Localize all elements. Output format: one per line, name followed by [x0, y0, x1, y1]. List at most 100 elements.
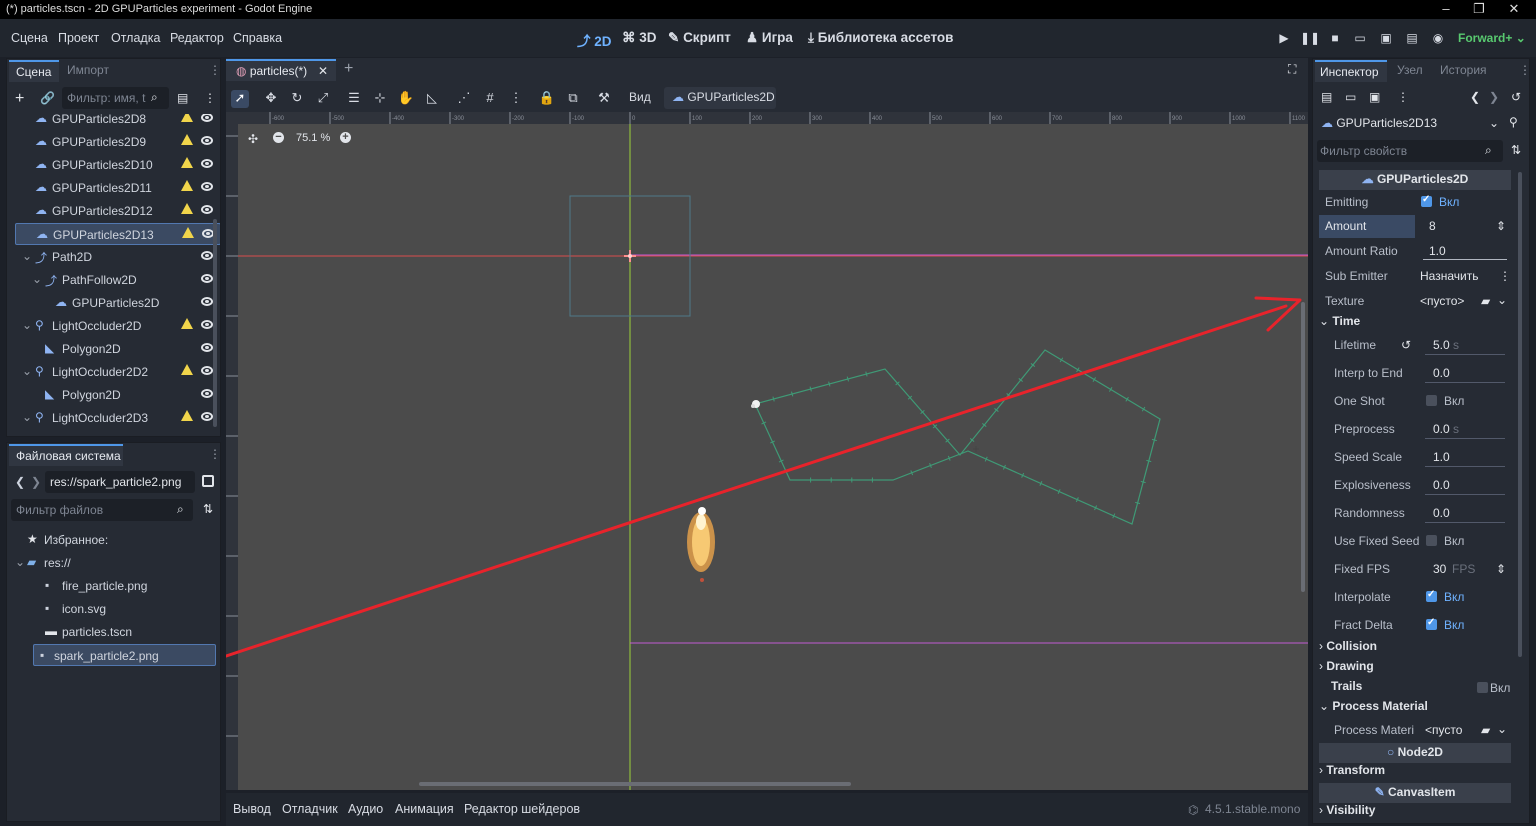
- oneshot-checkbox[interactable]: [1426, 395, 1437, 406]
- visibility-eye-icon[interactable]: [201, 114, 213, 122]
- texture-value[interactable]: <пусто>: [1420, 294, 1464, 308]
- renderer-selector[interactable]: Forward+ ⌄: [1458, 31, 1526, 45]
- folder-icon[interactable]: ▰: [1481, 723, 1490, 737]
- menu-project[interactable]: Проект: [58, 31, 99, 45]
- value-slider[interactable]: [1425, 438, 1505, 439]
- resource-menu-icon[interactable]: ⋮: [1397, 90, 1409, 104]
- visibility-eye-icon[interactable]: [201, 251, 213, 260]
- menu-debug[interactable]: Отладка: [111, 31, 160, 45]
- value-slider[interactable]: [1425, 354, 1505, 355]
- tab-debugger[interactable]: Отладчик: [282, 802, 338, 816]
- minimize-icon[interactable]: –: [1436, 1, 1456, 16]
- close-window-icon[interactable]: ✕: [1504, 1, 1524, 17]
- inspector-options-icon[interactable]: ⇅: [1511, 143, 1521, 157]
- view-menu[interactable]: Вид: [629, 90, 651, 104]
- value-slider[interactable]: [1425, 522, 1505, 523]
- tab-import[interactable]: Импорт: [67, 63, 109, 77]
- selectable-nodes-icon[interactable]: ☰: [345, 90, 363, 108]
- skeleton-icon[interactable]: ⚒: [595, 90, 613, 108]
- menu-editor[interactable]: Редактор: [170, 31, 224, 45]
- add-tab-icon[interactable]: +: [344, 60, 353, 78]
- warning-icon[interactable]: [181, 318, 193, 329]
- inspector-scrollbar[interactable]: [1518, 172, 1522, 657]
- smart-snap-icon[interactable]: ⋰: [455, 90, 473, 108]
- play-scene-icon[interactable]: ▣: [1377, 31, 1395, 47]
- warning-icon[interactable]: [181, 134, 193, 145]
- section-trails[interactable]: Trails Вкл: [1319, 679, 1513, 699]
- play-icon[interactable]: ▶: [1275, 31, 1293, 47]
- fract-checkbox[interactable]: [1426, 617, 1437, 630]
- dock-menu-icon[interactable]: ⋮: [209, 63, 221, 77]
- mode-script-button[interactable]: ✎ Скрипт: [668, 30, 731, 46]
- play-custom-scene-icon[interactable]: ▤: [1403, 31, 1421, 47]
- warning-icon[interactable]: [181, 114, 193, 122]
- scene-tree-item[interactable]: ⌄ ⤴ Path2D: [15, 246, 220, 268]
- movie-maker-icon[interactable]: ◉: [1429, 31, 1447, 47]
- scene-tree-item[interactable]: ☁ GPUParticles2D8: [15, 114, 220, 130]
- select-tool-icon[interactable]: ➚: [231, 90, 249, 108]
- section-visibility[interactable]: › Visibility: [1319, 803, 1513, 823]
- chevron-down-icon[interactable]: ⌄: [22, 410, 32, 424]
- scene-menu-icon[interactable]: ⋮: [204, 91, 216, 105]
- visibility-eye-icon[interactable]: [201, 159, 213, 168]
- visibility-eye-icon[interactable]: [201, 205, 213, 214]
- grid-snap-icon[interactable]: #: [481, 90, 499, 108]
- interp-value[interactable]: 0.0: [1433, 366, 1450, 380]
- scene-tree-item[interactable]: ⌄ ⚲ LightOccluder2D: [15, 315, 220, 337]
- explosiveness-value[interactable]: 0.0: [1433, 478, 1450, 492]
- tab-node[interactable]: Узел: [1397, 63, 1423, 77]
- mode-game-button[interactable]: ♟ Игра: [746, 30, 793, 46]
- amount-ratio-slider[interactable]: [1423, 259, 1507, 260]
- object-history-icon[interactable]: ↺: [1511, 90, 1521, 104]
- ruler-tool-icon[interactable]: ◺: [423, 90, 441, 108]
- fixed-seed-checkbox[interactable]: [1426, 535, 1437, 546]
- scene-tree-item[interactable]: ☁ GPUParticles2D13: [15, 223, 220, 245]
- chevron-down-icon[interactable]: ⌄: [1497, 722, 1507, 736]
- close-tab-icon[interactable]: ✕: [318, 64, 328, 78]
- value-slider[interactable]: [1425, 494, 1505, 495]
- tab-inspector[interactable]: Инспектор: [1315, 60, 1387, 82]
- menu-scene[interactable]: Сцена: [11, 31, 48, 45]
- amount-ratio-value[interactable]: 1.0: [1429, 244, 1446, 258]
- file-tree-item[interactable]: ▬ particles.tscn: [15, 621, 221, 643]
- rotate-tool-icon[interactable]: ↻: [288, 90, 306, 108]
- warning-icon[interactable]: [182, 227, 194, 238]
- property-filter-input[interactable]: Фильтр свойств: [1317, 140, 1503, 162]
- chevron-down-icon[interactable]: ⌄: [32, 272, 42, 286]
- gpuparticles-menu[interactable]: ☁ GPUParticles2D: [664, 87, 776, 109]
- folder-icon[interactable]: ▰: [1481, 294, 1490, 308]
- scene-tree-item[interactable]: ◣ Polygon2D: [15, 338, 220, 360]
- move-tool-icon[interactable]: ✥: [262, 90, 280, 108]
- scene-tree-scrollbar[interactable]: [213, 219, 217, 427]
- file-tree-item[interactable]: ▪ spark_particle2.png: [33, 644, 216, 666]
- node-docs-icon[interactable]: ⚲: [1509, 115, 1518, 129]
- emitting-checkbox[interactable]: [1421, 194, 1432, 207]
- history-forward-icon[interactable]: ❯: [1489, 90, 1499, 104]
- save-resource-icon[interactable]: ▣: [1369, 90, 1380, 104]
- chevron-down-icon[interactable]: ⌄: [15, 555, 25, 569]
- visibility-eye-icon[interactable]: [201, 343, 213, 352]
- tab-output[interactable]: Вывод: [233, 802, 271, 816]
- chevron-down-icon[interactable]: ⌄: [1497, 293, 1507, 307]
- tab-audio[interactable]: Аудио: [348, 802, 383, 816]
- interpolate-checkbox[interactable]: [1426, 589, 1437, 602]
- warning-icon[interactable]: [181, 410, 193, 421]
- file-tree-item[interactable]: ⌄ ▰ res://: [15, 552, 221, 574]
- dock-menu-icon[interactable]: ⋮: [209, 447, 221, 461]
- zoom-level[interactable]: 75.1 %: [296, 132, 330, 144]
- snap-options-icon[interactable]: ⋮: [507, 90, 525, 108]
- scene-tree-item[interactable]: ◣ Polygon2D: [15, 384, 220, 406]
- scene-tree-item[interactable]: ⌄ ⚲ LightOccluder2D3: [15, 407, 220, 429]
- sort-icon[interactable]: ⇅: [203, 502, 213, 516]
- preprocess-value[interactable]: 0.0: [1433, 422, 1450, 436]
- dock-menu-icon[interactable]: ⋮: [1519, 63, 1529, 77]
- file-tree-item[interactable]: ★ Избранное:: [15, 529, 221, 551]
- section-drawing[interactable]: › Drawing: [1319, 659, 1513, 679]
- scene-tree-item[interactable]: ☁ GPUParticles2D: [15, 292, 220, 314]
- new-resource-icon[interactable]: ▤: [1321, 90, 1332, 104]
- visibility-eye-icon[interactable]: [201, 389, 213, 398]
- randomness-value[interactable]: 0.0: [1433, 506, 1450, 520]
- warning-icon[interactable]: [181, 180, 193, 191]
- warning-icon[interactable]: [181, 203, 193, 214]
- scene-tree-item[interactable]: ☁ GPUParticles2D12: [15, 200, 220, 222]
